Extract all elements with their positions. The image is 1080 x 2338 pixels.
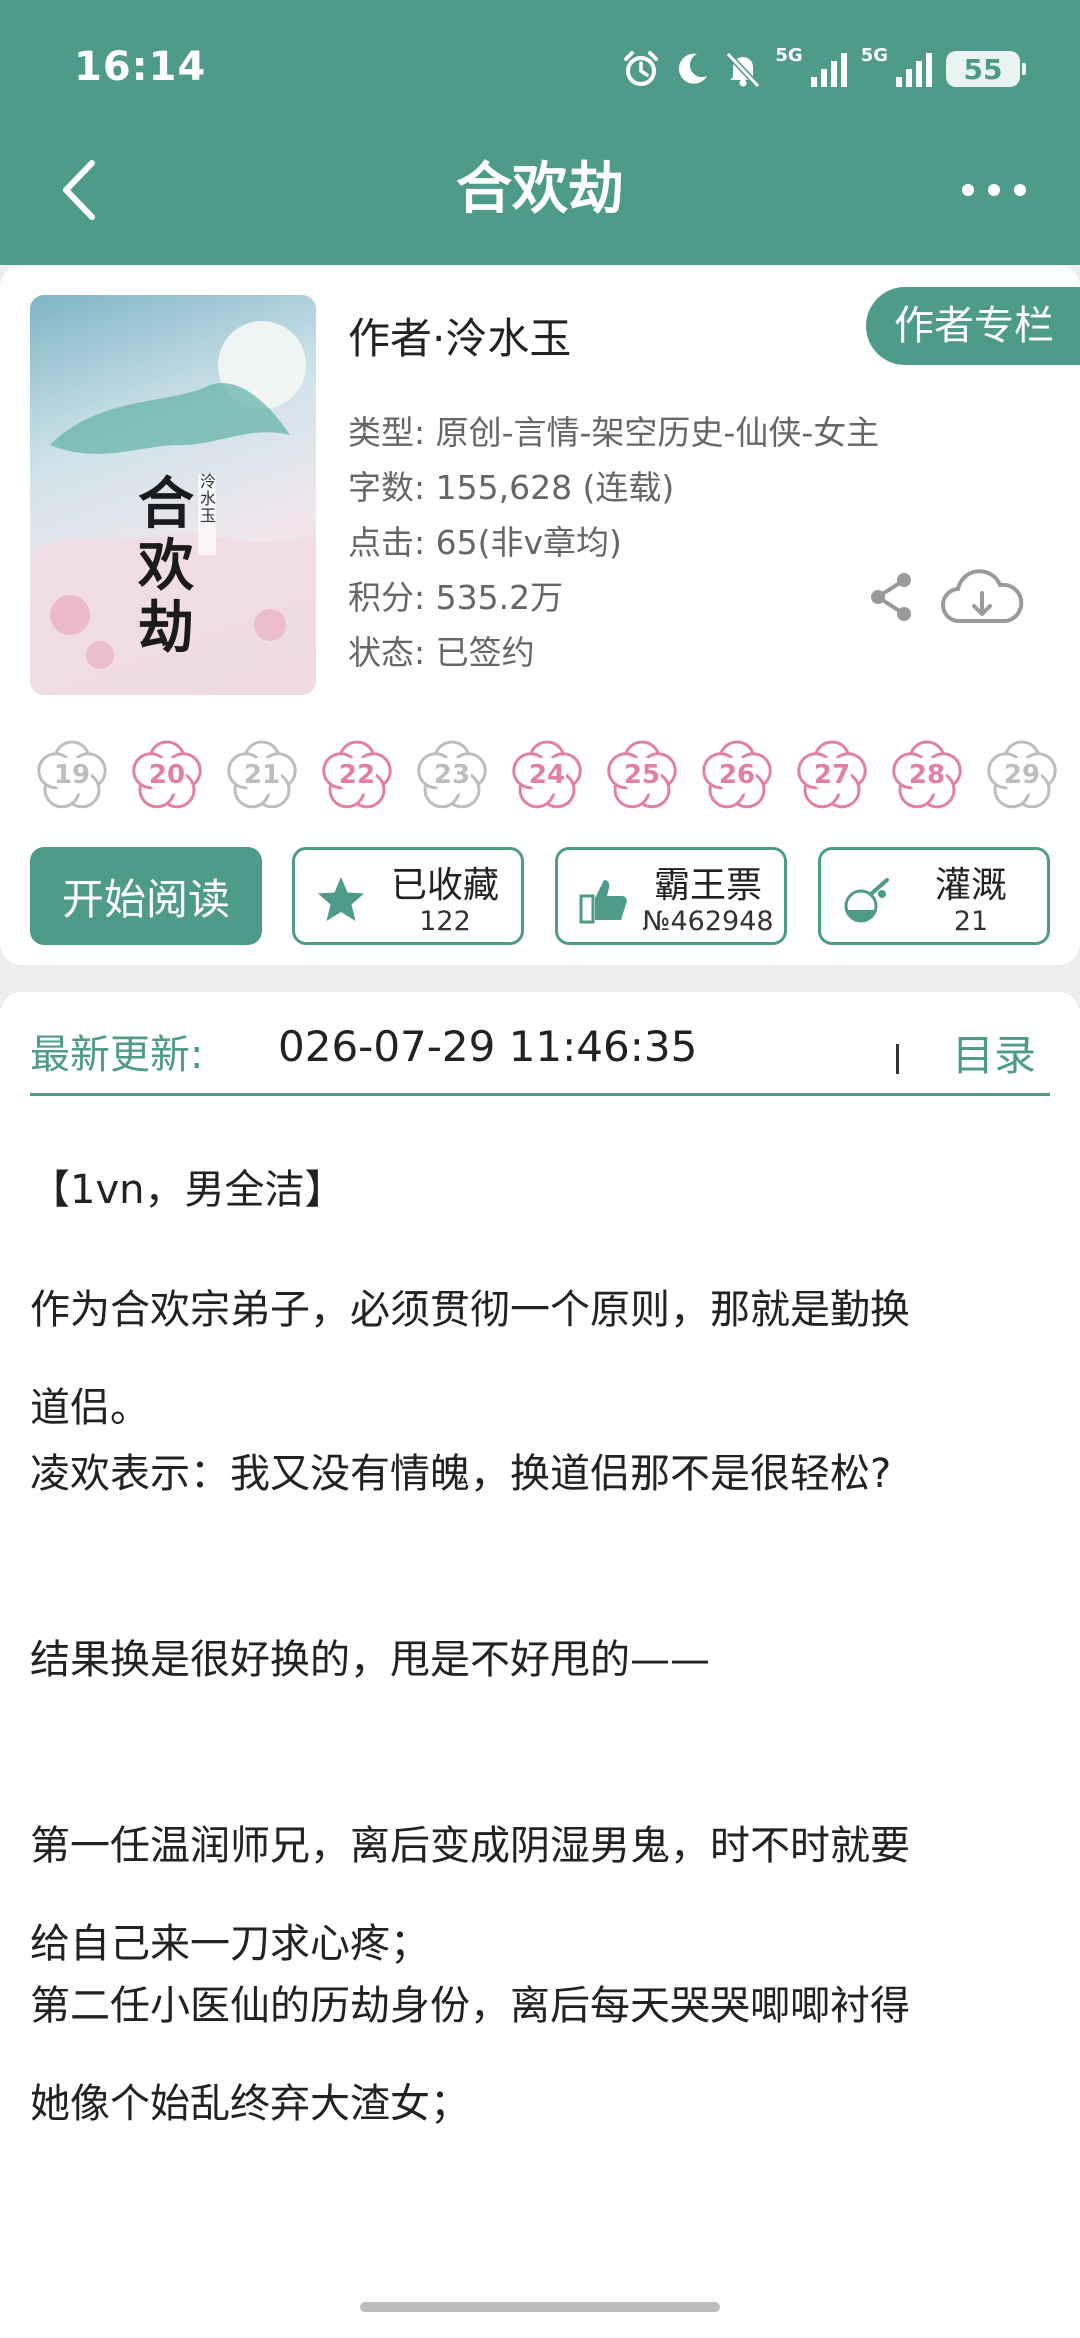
flower-day-21[interactable]: 21 — [224, 737, 300, 813]
flower-day-28[interactable]: 28 — [889, 737, 965, 813]
status-bar: 16:14 5G 5G 55 — [0, 0, 1080, 140]
flower-day-label: 25 — [623, 760, 661, 790]
flower-day-label: 28 — [908, 760, 946, 790]
signal-2-label: 5G — [860, 45, 888, 66]
flower-checkin-row: 19 20 21 22 23 24 25 26 27 28 29 — [34, 737, 1080, 821]
latest-update-time: 026-07-29 11:46:35 — [278, 1022, 698, 1071]
water-count: 21 — [953, 906, 989, 937]
divider — [896, 1044, 899, 1074]
favorite-label: 已收藏 — [390, 865, 499, 906]
summary-line: 给自己来一刀求心疼； — [30, 1921, 430, 1967]
summary-card: 最新更新: 026-07-29 11:46:35 目录 【1vn，男全洁】 作为… — [0, 992, 1080, 2338]
click-count-text: 点击: 65(非v章均) — [348, 523, 622, 562]
summary-line: 第一任温润师兄，离后变成阴湿男鬼，时不时就要 — [30, 1823, 910, 1869]
flower-day-27[interactable]: 27 — [794, 737, 870, 813]
status-text: 状态: 已签约 — [348, 633, 535, 672]
flower-day-20[interactable]: 20 — [129, 737, 205, 813]
app-header: 16:14 5G 5G 55 合欢劫 — [0, 0, 1080, 265]
summary-line: 凌欢表示：我又没有情魄，换道侣那不是很轻松? — [30, 1451, 892, 1497]
flower-day-label: 26 — [718, 760, 756, 790]
book-info-card: 泠水玉 合欢劫 作者·泠水玉 作者专栏 类型: 原创-言情-架空历史-仙侠-女主… — [0, 265, 1080, 965]
cover-author-text: 泠水玉 — [200, 472, 217, 525]
battery-indicator: 55 — [946, 51, 1026, 87]
genre-text: 类型: 原创-言情-架空历史-仙侠-女主 — [348, 413, 880, 452]
flower-day-label: 24 — [528, 760, 566, 790]
flower-day-23[interactable]: 23 — [414, 737, 490, 813]
signal-1-icon — [810, 53, 847, 87]
summary-line: 作为合欢宗弟子，必须贯彻一个原则，那就是勤换 — [30, 1287, 910, 1333]
flower-day-24[interactable]: 24 — [509, 737, 585, 813]
book-meta: 类型: 原创-言情-架空历史-仙侠-女主 字数: 155,628 (连载) 点击… — [348, 405, 879, 680]
mute-bell-icon — [726, 51, 761, 89]
flower-day-22[interactable]: 22 — [319, 737, 395, 813]
page-title: 合欢劫 — [456, 157, 624, 222]
summary-line: 第二任小医仙的历劫身份，离后每天哭哭唧唧衬得 — [30, 1983, 910, 2029]
favorite-count: 122 — [419, 906, 471, 937]
share-icon[interactable] — [866, 570, 916, 624]
points-text: 积分: 535.2万 — [348, 578, 564, 617]
ticket-label: 霸王票 — [653, 865, 762, 906]
flower-day-label: 21 — [243, 760, 281, 790]
flower-day-label: 19 — [53, 760, 91, 790]
cover-image: 泠水玉 合欢劫 — [30, 295, 316, 695]
water-label: 灌溉 — [934, 865, 1007, 906]
water-button[interactable]: 灌溉 21 — [818, 847, 1050, 945]
signal-1-label: 5G — [775, 45, 803, 66]
book-summary: 【1vn，男全洁】 作为合欢宗弟子，必须贯彻一个原则，那就是勤换 道侣。 凌欢表… — [30, 1160, 1050, 2172]
moon-icon — [679, 53, 708, 84]
action-row: 开始阅读 已收藏 122 霸王票 №462948 灌溉 21 — [30, 847, 1050, 945]
home-indicator[interactable] — [360, 2302, 720, 2312]
flower-day-label: 27 — [813, 760, 851, 790]
status-time: 16:14 — [74, 44, 207, 90]
star-icon — [318, 877, 364, 921]
start-reading-button[interactable]: 开始阅读 — [30, 847, 262, 945]
latest-update-row[interactable]: 最新更新: 026-07-29 11:46:35 目录 — [30, 1012, 1050, 1096]
alarm-icon — [624, 51, 659, 86]
flower-day-19[interactable]: 19 — [34, 737, 110, 813]
author-column-button[interactable]: 作者专栏 — [866, 287, 1080, 365]
more-menu-icon[interactable] — [962, 168, 1026, 212]
flower-day-label: 20 — [148, 760, 186, 790]
flower-day-label: 22 — [338, 760, 376, 790]
latest-update-label: 最新更新: — [30, 1032, 204, 1078]
summary-line: 【1vn，男全洁】 — [30, 1167, 345, 1213]
summary-line: 她像个始乱终弃大渣女； — [30, 2081, 470, 2127]
status-icons: 5G 5G 55 — [621, 44, 1026, 94]
flower-day-26[interactable]: 26 — [699, 737, 775, 813]
summary-line: 道侣。 — [30, 1385, 150, 1431]
ticket-count: №462948 — [642, 906, 774, 937]
nutrient-flask-icon — [844, 878, 889, 923]
summary-line: 结果换是很好换的，甩是不好甩的—— — [30, 1637, 710, 1683]
flower-day-25[interactable]: 25 — [604, 737, 680, 813]
flower-day-label: 23 — [433, 760, 471, 790]
flower-day-29[interactable]: 29 — [984, 737, 1060, 813]
favorite-button[interactable]: 已收藏 122 — [292, 847, 524, 945]
thumbs-up-icon — [579, 880, 627, 924]
cover-title-text: 合欢劫 — [138, 471, 194, 661]
table-of-contents-link[interactable]: 目录 — [952, 1022, 1036, 1083]
cloud-download-icon[interactable] — [940, 565, 1024, 631]
signal-2-icon — [896, 53, 932, 87]
flower-day-label: 29 — [1003, 760, 1041, 790]
author-name[interactable]: 作者·泠水玉 — [348, 305, 571, 366]
ticket-button[interactable]: 霸王票 №462948 — [555, 847, 787, 945]
word-count-text: 字数: 155,628 (连载) — [348, 468, 675, 507]
